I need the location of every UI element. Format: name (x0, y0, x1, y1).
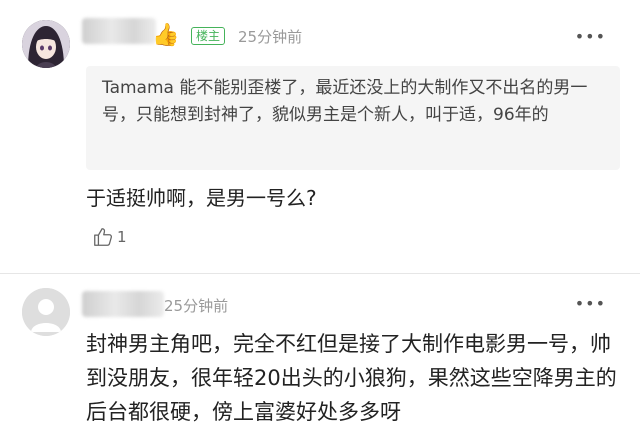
username-blurred (82, 18, 156, 44)
avatar[interactable] (22, 288, 70, 336)
comment-divider (0, 273, 640, 274)
like-count: 1 (117, 228, 127, 246)
comment-text: 封神男主角吧，完全不红但是接了大制作电影男一号，帅到没朋友，很年轻20出头的小狼… (86, 332, 617, 424)
comment-1: 👍 楼主 25分钟前 ••• Tamama 能不能别歪楼了，最近还没上的大制作又… (0, 0, 640, 274)
quoted-reply: Tamama 能不能别歪楼了，最近还没上的大制作又不出名的男一号，只能想到封神了… (86, 66, 620, 170)
like-icon (94, 228, 113, 246)
avatar[interactable] (22, 20, 70, 68)
owner-badge: 楼主 (191, 27, 226, 45)
anime-avatar-icon (22, 20, 70, 68)
comment-2: 25分钟前 ••• 封神男主角吧，完全不红但是接了大制作电影男一号，帅到没朋友，… (0, 275, 640, 431)
more-dots-icon[interactable]: ••• (575, 29, 606, 45)
default-avatar-icon (22, 288, 70, 336)
more-dots-icon[interactable]: ••• (575, 296, 606, 312)
username-blurred (82, 291, 164, 317)
comment-text: 于适挺帅啊，是男一号么? (86, 186, 317, 210)
like-button[interactable]: 1 (92, 226, 127, 248)
comment-time: 25分钟前 (238, 28, 303, 46)
comment-time: 25分钟前 (164, 297, 229, 315)
thumbs-up-emoji-icon: 👍 (152, 23, 180, 48)
